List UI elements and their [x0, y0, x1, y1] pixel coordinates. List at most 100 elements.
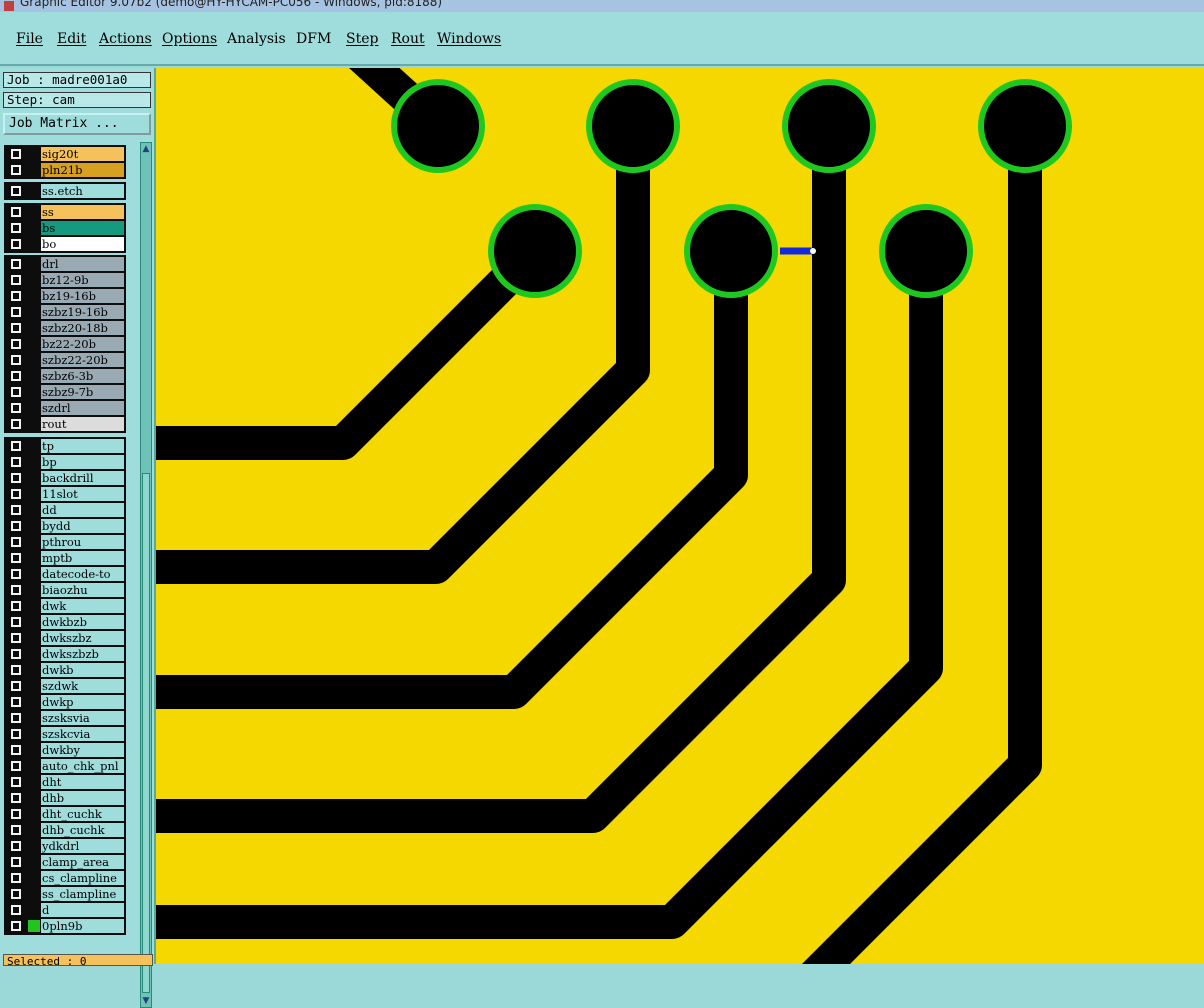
scroll-up-arrow-icon[interactable]: ▲ — [141, 143, 151, 155]
layer-name[interactable]: dwk — [41, 599, 124, 613]
layer-name[interactable]: ss.etch — [41, 184, 124, 198]
layer-color-swatch[interactable] — [28, 760, 40, 772]
menu-analysis[interactable]: Analysis — [227, 31, 286, 47]
layer-checkbox[interactable] — [11, 681, 21, 691]
layer-list-scrollbar[interactable]: ▲ ▼ — [140, 142, 152, 1008]
layer-row[interactable]: ss.etch — [5, 183, 125, 199]
layer-name[interactable]: szskcvia — [41, 727, 124, 741]
layer-name[interactable]: auto_chk_pnl — [41, 759, 124, 773]
layer-name[interactable]: dwkszbz — [41, 631, 124, 645]
layer-checkbox[interactable] — [11, 419, 21, 429]
layer-name[interactable]: rout — [41, 417, 124, 431]
layer-name[interactable]: pln21b — [41, 163, 124, 177]
layer-checkbox[interactable] — [11, 633, 21, 643]
layer-row[interactable]: szbz22-20b — [5, 352, 125, 368]
layer-color-swatch[interactable] — [28, 648, 40, 660]
layer-checkbox[interactable] — [11, 713, 21, 723]
layer-checkbox[interactable] — [11, 223, 21, 233]
layer-checkbox[interactable] — [11, 761, 21, 771]
layer-name[interactable]: mptb — [41, 551, 124, 565]
layer-name[interactable]: 11slot — [41, 487, 124, 501]
layer-color-swatch[interactable] — [28, 520, 40, 532]
layer-row[interactable]: dwkby — [5, 742, 125, 758]
layer-color-swatch[interactable] — [28, 274, 40, 286]
layer-row[interactable]: sig20t — [5, 146, 125, 162]
layer-color-swatch[interactable] — [28, 856, 40, 868]
layer-checkbox[interactable] — [11, 339, 21, 349]
layer-name[interactable]: dhb — [41, 791, 124, 805]
layer-row[interactable]: mptb — [5, 550, 125, 566]
scroll-down-arrow-icon[interactable]: ▼ — [141, 995, 151, 1007]
layer-checkbox[interactable] — [11, 307, 21, 317]
layer-name[interactable]: cs_clampline — [41, 871, 124, 885]
layer-checkbox[interactable] — [11, 441, 21, 451]
layer-color-swatch[interactable] — [28, 696, 40, 708]
layer-checkbox[interactable] — [11, 873, 21, 883]
layer-row[interactable]: ss_clampline — [5, 886, 125, 902]
layer-name[interactable]: dht — [41, 775, 124, 789]
layer-color-swatch[interactable] — [28, 222, 40, 234]
layer-name[interactable]: drl — [41, 257, 124, 271]
layer-color-swatch[interactable] — [28, 728, 40, 740]
layer-color-swatch[interactable] — [28, 680, 40, 692]
layer-color-swatch[interactable] — [28, 290, 40, 302]
layer-color-swatch[interactable] — [28, 306, 40, 318]
layer-row[interactable]: bz12-9b — [5, 272, 125, 288]
menu-step[interactable]: Step — [346, 31, 378, 47]
layer-row[interactable]: szsksvia — [5, 710, 125, 726]
layer-color-swatch[interactable] — [28, 888, 40, 900]
layer-row[interactable]: biaozhu — [5, 582, 125, 598]
layer-checkbox[interactable] — [11, 323, 21, 333]
menu-actions[interactable]: Actions — [99, 31, 152, 47]
layer-checkbox[interactable] — [11, 537, 21, 547]
layer-checkbox[interactable] — [11, 809, 21, 819]
layer-row[interactable]: ydkdrl — [5, 838, 125, 854]
layer-color-swatch[interactable] — [28, 920, 40, 932]
menu-edit[interactable]: Edit — [57, 31, 86, 47]
layer-color-swatch[interactable] — [28, 354, 40, 366]
layer-checkbox[interactable] — [11, 521, 21, 531]
layer-checkbox[interactable] — [11, 275, 21, 285]
layer-name[interactable]: szbz19-16b — [41, 305, 124, 319]
layer-checkbox[interactable] — [11, 745, 21, 755]
layer-checkbox[interactable] — [11, 207, 21, 217]
layer-checkbox[interactable] — [11, 777, 21, 787]
layer-checkbox[interactable] — [11, 841, 21, 851]
menu-options[interactable]: Options — [162, 31, 217, 47]
layer-name[interactable]: bo — [41, 237, 124, 251]
layer-row[interactable]: dwkb — [5, 662, 125, 678]
layer-checkbox[interactable] — [11, 505, 21, 515]
layer-checkbox[interactable] — [11, 857, 21, 867]
layer-checkbox[interactable] — [11, 473, 21, 483]
layer-color-swatch[interactable] — [28, 664, 40, 676]
layer-color-swatch[interactable] — [28, 386, 40, 398]
layer-name[interactable]: d — [41, 903, 124, 917]
layer-row[interactable]: szbz19-16b — [5, 304, 125, 320]
layer-row[interactable]: bydd — [5, 518, 125, 534]
layer-color-swatch[interactable] — [28, 206, 40, 218]
layer-row[interactable]: clamp_area — [5, 854, 125, 870]
layer-color-swatch[interactable] — [28, 488, 40, 500]
layer-color-swatch[interactable] — [28, 322, 40, 334]
menu-file[interactable]: File — [16, 31, 43, 47]
layer-color-swatch[interactable] — [28, 872, 40, 884]
layer-checkbox[interactable] — [11, 186, 21, 196]
layer-row[interactable]: dhb_cuchk — [5, 822, 125, 838]
layer-checkbox[interactable] — [11, 617, 21, 627]
graphic-canvas[interactable] — [156, 68, 1204, 964]
layer-row[interactable]: backdrill — [5, 470, 125, 486]
layer-color-swatch[interactable] — [28, 370, 40, 382]
layer-row[interactable]: dht — [5, 774, 125, 790]
layer-color-swatch[interactable] — [28, 402, 40, 414]
layer-color-swatch[interactable] — [28, 456, 40, 468]
layer-color-swatch[interactable] — [28, 258, 40, 270]
layer-row[interactable]: pthrou — [5, 534, 125, 550]
layer-row[interactable]: 11slot — [5, 486, 125, 502]
layer-row[interactable]: rout — [5, 416, 125, 432]
layer-name[interactable]: dd — [41, 503, 124, 517]
layer-color-swatch[interactable] — [28, 808, 40, 820]
layer-name[interactable]: clamp_area — [41, 855, 124, 869]
layer-row[interactable]: bs — [5, 220, 125, 236]
layer-row[interactable]: szdrl — [5, 400, 125, 416]
layer-name[interactable]: bz12-9b — [41, 273, 124, 287]
